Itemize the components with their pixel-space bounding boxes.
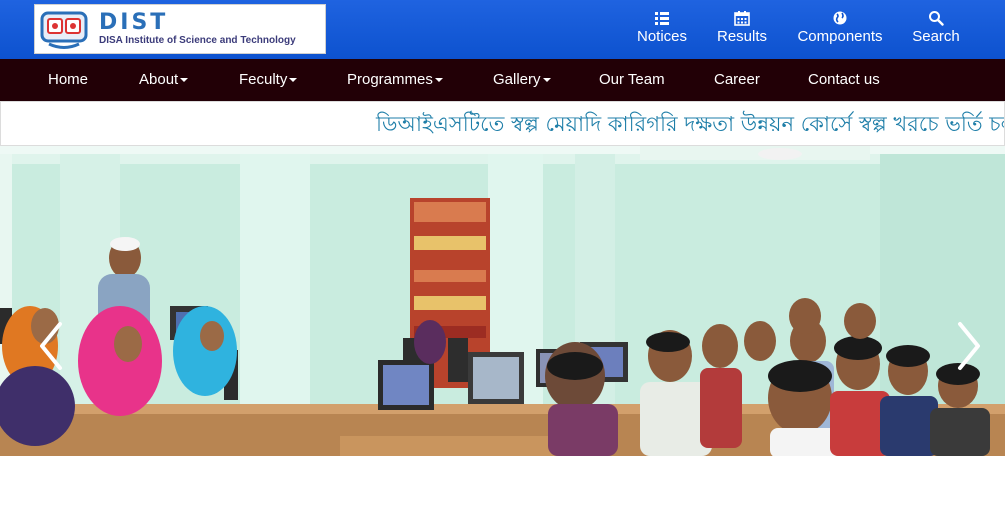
caret-down-icon <box>434 78 443 83</box>
marquee-text[interactable]: ডিআইএসটিতে স্বল্প মেয়াদি কারিগরি দক্ষতা… <box>376 108 1004 143</box>
notices-label: Notices <box>636 28 688 45</box>
results-link[interactable]: Results <box>714 10 770 52</box>
nav-home[interactable]: Home <box>48 59 88 101</box>
nav-feculty-label: Feculty <box>239 71 288 88</box>
nav-career-label: Career <box>714 71 760 88</box>
caret-down-icon <box>542 78 551 83</box>
globe-icon <box>833 11 847 25</box>
logo-title: DIST <box>99 10 169 35</box>
results-label: Results <box>716 28 768 45</box>
nav-programmes-label: Programmes <box>347 71 433 88</box>
logo-subtitle: DISA Institute of Science and Technology <box>99 35 296 46</box>
calendar-icon <box>734 11 750 26</box>
nav-gallery-label: Gallery <box>493 71 541 88</box>
main-navbar: Home About Feculty Programmes Gallery Ou… <box>0 59 1005 101</box>
carousel-next-arrow[interactable] <box>948 316 988 376</box>
nav-our-team[interactable]: Our Team <box>599 59 665 101</box>
hero-carousel <box>0 146 1005 456</box>
components-label: Components <box>797 28 883 45</box>
nav-about[interactable]: About <box>139 59 189 101</box>
carousel-prev-arrow[interactable] <box>32 316 72 376</box>
search-link[interactable]: Search <box>910 10 962 52</box>
nav-feculty[interactable]: Feculty <box>239 59 298 101</box>
notice-marquee[interactable]: ডিআইএসটিতে স্বল্প মেয়াদি কারিগরি দক্ষতা… <box>0 101 1005 146</box>
list-icon <box>655 12 669 25</box>
logo-emblem-icon <box>40 11 88 49</box>
nav-contact-us-label: Contact us <box>808 71 880 88</box>
nav-our-team-label: Our Team <box>599 71 665 88</box>
nav-home-label: Home <box>48 71 89 88</box>
caret-down-icon <box>289 78 298 83</box>
nav-career[interactable]: Career <box>714 59 760 101</box>
search-label: Search <box>912 28 960 45</box>
nav-gallery[interactable]: Gallery <box>493 59 551 101</box>
components-link[interactable]: Components <box>795 10 885 52</box>
caret-down-icon <box>180 78 189 83</box>
nav-about-label: About <box>139 71 179 88</box>
top-header: DIST DISA Institute of Science and Techn… <box>0 0 1005 59</box>
site-logo[interactable]: DIST DISA Institute of Science and Techn… <box>34 4 326 54</box>
carousel-slide-photo <box>0 146 1005 456</box>
nav-programmes[interactable]: Programmes <box>347 59 443 101</box>
search-icon <box>929 11 944 26</box>
notices-link[interactable]: Notices <box>632 10 692 52</box>
nav-contact-us[interactable]: Contact us <box>808 59 880 101</box>
